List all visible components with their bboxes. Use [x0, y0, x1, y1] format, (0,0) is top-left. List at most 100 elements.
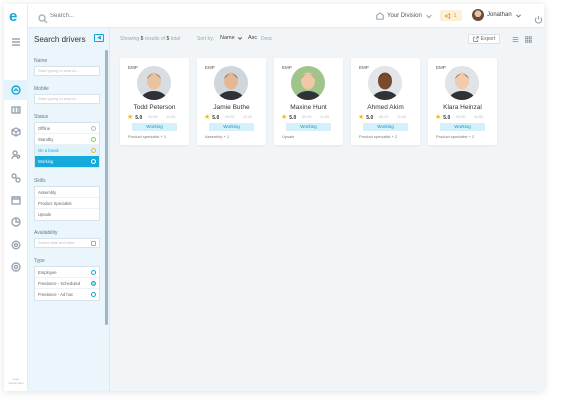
status-item-label: On a break — [38, 148, 59, 153]
scroll-thumb[interactable] — [105, 50, 108, 325]
status-dot-icon — [91, 148, 96, 153]
filter-title: Search drivers — [34, 35, 86, 44]
driver-skills: Product specialist + 2 — [359, 134, 398, 139]
list-view-icon[interactable] — [511, 35, 519, 43]
grid-view-icon[interactable] — [524, 35, 532, 43]
type-item-label: Freelance - Scheduled — [38, 281, 81, 286]
megaphone-icon — [445, 12, 451, 19]
shift-end: 11:00 — [397, 115, 407, 119]
driver-cards: EMP Todd Peterson ★ 5.0 00:00 11:00 Working Pro… — [120, 58, 497, 145]
mobile-label: Mobile — [34, 86, 49, 92]
sort-desc-button[interactable]: Desc — [261, 36, 272, 42]
chevron-left-icon: ◀ — [97, 34, 101, 41]
nav-drivers[interactable] — [4, 80, 28, 100]
mobile-input[interactable]: Start typing to search... — [34, 94, 100, 104]
notifications-button[interactable]: 1 — [440, 10, 462, 21]
menu-icon[interactable] — [10, 36, 22, 48]
status-on-a-break[interactable]: On a break — [35, 145, 99, 156]
status-offline[interactable]: Offline — [35, 123, 99, 134]
skill-upsale[interactable]: Upsale — [35, 209, 99, 220]
avatar — [291, 66, 325, 100]
name-input[interactable]: Start typing to search... — [34, 66, 100, 76]
availability-label: Availability — [34, 230, 58, 236]
driver-card[interactable]: EMP Maxine Hunt ★ 5.0 00:00 11:00 Working Upsal… — [274, 58, 343, 145]
status-list: Offline Standby On a break Working — [34, 122, 100, 168]
employee-badge: EMP — [205, 65, 215, 70]
nav-rail: e Logo placeholder — [4, 4, 28, 391]
division-selector[interactable]: Your Division — [376, 11, 433, 21]
nav-chart-icon[interactable] — [10, 216, 22, 228]
shift-end: 11:00 — [474, 115, 484, 119]
notification-count: 1 — [453, 12, 457, 19]
shift-end: 11:00 — [320, 115, 330, 119]
calendar-icon — [91, 241, 96, 246]
user-name: Jonathan — [487, 12, 512, 18]
star-icon: ★ — [127, 114, 134, 121]
status-item-label: Offline — [38, 126, 51, 131]
chevron-down-icon — [426, 14, 432, 19]
nav-help-icon[interactable] — [10, 261, 22, 273]
app-window: e Logo placeholder Search... Your Divisi… — [4, 4, 544, 391]
employee-badge: EMP — [359, 65, 369, 70]
driver-card[interactable]: EMP Klara Heinzal ★ 5.0 00:00 11:00 Working Pro… — [428, 58, 497, 145]
type-dot-icon — [91, 281, 96, 286]
shift-start: 00:00 — [225, 115, 235, 119]
nav-calendar-icon[interactable] — [10, 194, 22, 206]
user-menu[interactable]: Jonathan — [472, 9, 522, 21]
sort-value: Name — [220, 35, 235, 41]
shift-start: 00:00 — [302, 115, 312, 119]
avatar — [472, 9, 484, 21]
status-item-label: Standby — [38, 137, 54, 142]
shift-start: 00:00 — [379, 115, 389, 119]
employee-badge: EMP — [282, 65, 292, 70]
status-standby[interactable]: Standby — [35, 134, 99, 145]
name-label: Name — [34, 58, 48, 64]
nav-map-icon[interactable] — [10, 104, 22, 116]
type-item-label: Freelance - Ad hoc — [38, 292, 74, 297]
search-input[interactable] — [50, 10, 170, 22]
sort-dropdown[interactable]: Name — [220, 35, 243, 41]
status-badge: Working — [363, 123, 408, 131]
star-icon: ★ — [281, 114, 288, 121]
driver-card[interactable]: EMP Ahmed Akim ★ 5.0 00:00 11:00 Working Produc… — [351, 58, 420, 145]
sort-label: Sort by: — [197, 36, 215, 42]
nav-package-icon[interactable] — [10, 126, 22, 138]
division-icon — [376, 12, 384, 20]
collapse-panel-button[interactable]: ◀ — [94, 34, 104, 42]
skill-assembly[interactable]: Assembly — [35, 187, 99, 198]
type-employee[interactable]: Employee — [35, 267, 99, 278]
driver-card[interactable]: EMP Jamie Buthe ★ 5.0 00:00 11:00 Working Assem… — [197, 58, 266, 145]
main-content: Showing 5 results of 5 total Sort by: Na… — [110, 28, 544, 391]
driver-rating: ★ 5.0 — [127, 114, 143, 121]
availability-input[interactable]: Select date and time — [34, 238, 100, 248]
filter-scrollbar[interactable] — [105, 50, 108, 325]
driver-skills: Product specialist + 2 — [436, 134, 475, 139]
avatar — [445, 66, 479, 100]
type-dot-icon — [91, 292, 96, 297]
driver-card[interactable]: EMP Todd Peterson ★ 5.0 00:00 11:00 Working Pro… — [120, 58, 189, 145]
shift-end: 11:00 — [166, 115, 176, 119]
type-freelance-scheduled[interactable]: Freelance - Scheduled — [35, 278, 99, 289]
driver-rating: ★ 5.0 — [358, 114, 374, 121]
top-bar: Your Division 1 Jonathan — [28, 4, 544, 28]
star-icon: ★ — [204, 114, 211, 121]
employee-badge: EMP — [436, 65, 446, 70]
sort-asc-button[interactable]: Asc — [248, 35, 257, 41]
availability-placeholder: Select date and time — [38, 240, 75, 245]
status-badge: Working — [132, 123, 177, 131]
results-toolbar: Showing 5 results of 5 total Sort by: Na… — [110, 28, 544, 48]
status-working[interactable]: Working — [35, 156, 99, 167]
power-icon[interactable] — [534, 11, 544, 24]
nav-users-icon[interactable] — [10, 149, 22, 161]
driver-skills: Assembly + 1 — [205, 134, 230, 139]
skill-product-specialist[interactable]: Product Specialist — [35, 198, 99, 209]
app-logo[interactable]: e — [9, 9, 23, 24]
driver-name: Ahmed Akim — [367, 104, 404, 111]
export-button[interactable]: Export — [468, 34, 500, 44]
nav-settings-icon[interactable] — [10, 239, 22, 251]
nav-route-icon[interactable] — [10, 172, 22, 184]
star-icon: ★ — [358, 114, 365, 121]
export-icon — [473, 36, 479, 42]
type-freelance-ad-hoc[interactable]: Freelance - Ad hoc — [35, 289, 99, 300]
avatar — [137, 66, 171, 100]
